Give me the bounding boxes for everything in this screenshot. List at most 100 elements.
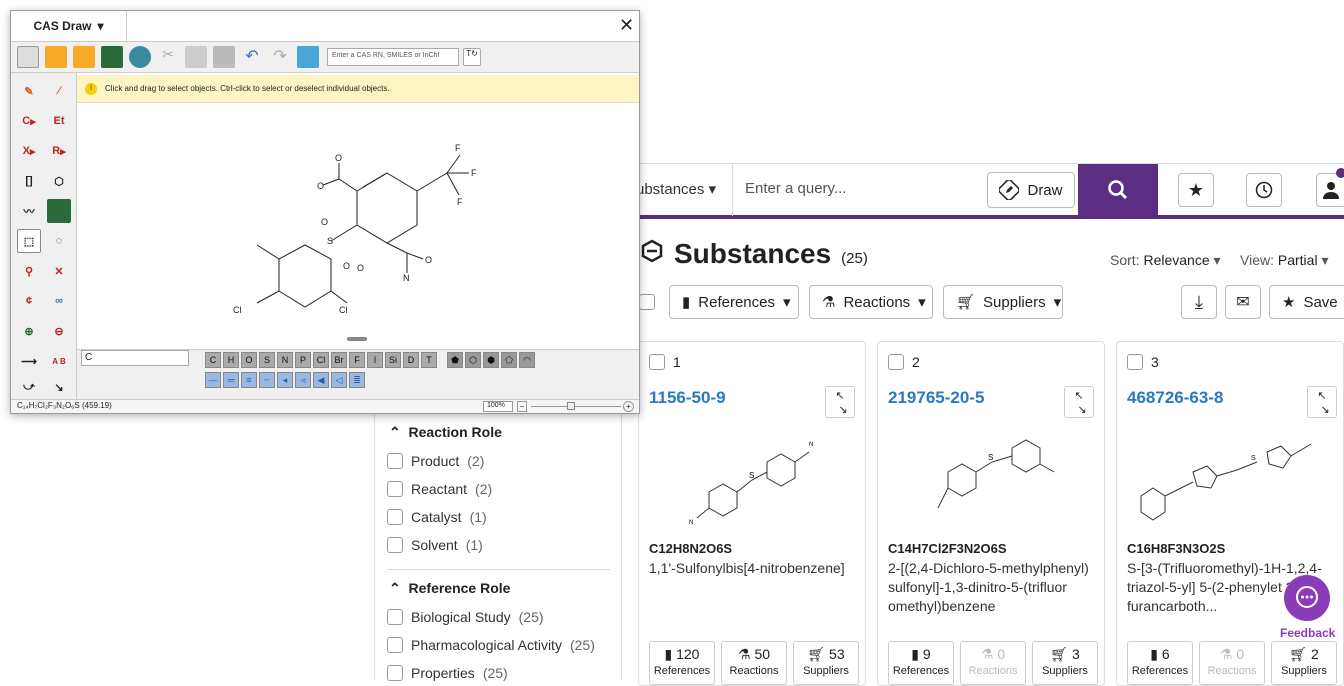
pencil-icon[interactable]: ✎	[17, 79, 41, 103]
ring-tool-icon[interactable]: ⬟	[447, 352, 463, 368]
element-Si[interactable]: Si	[385, 352, 401, 368]
search-button[interactable]	[1078, 164, 1158, 216]
cut-icon[interactable]: ✂	[157, 46, 179, 68]
element-S[interactable]: S	[259, 352, 275, 368]
result-checkbox[interactable]: 1	[649, 354, 681, 370]
account-button[interactable]	[1316, 173, 1344, 207]
references-stat[interactable]: ▮ 6 References	[1127, 641, 1193, 685]
triple-bond-icon[interactable]: ≡	[241, 372, 257, 388]
carbon-tool[interactable]: C ▸	[17, 109, 41, 133]
view-dropdown[interactable]: Partial	[1278, 252, 1318, 268]
bracket-icon[interactable]: []	[17, 169, 41, 193]
zoom-slider-handle[interactable]	[567, 402, 575, 410]
import-icon[interactable]	[45, 46, 67, 68]
ring-tool-icon[interactable]: ◠	[519, 352, 535, 368]
suppliers-stat[interactable]: 🛒︎ 3 Suppliers	[1032, 641, 1098, 685]
reactions-button[interactable]: ⚗ Reactions ▾	[809, 285, 933, 319]
structure-identifier-input[interactable]: Enter a CAS RN, SMILES or InChI	[327, 48, 459, 66]
structure-image[interactable]: S N N	[649, 422, 855, 532]
references-stat[interactable]: ▮ 9 References	[888, 641, 954, 685]
ring-icon[interactable]	[129, 46, 151, 68]
template-icon[interactable]	[297, 46, 319, 68]
zoom-out-icon[interactable]: −	[517, 401, 527, 412]
filter-option[interactable]: Reactant (2)	[387, 481, 492, 497]
halogen-tool[interactable]: X ▸	[17, 139, 41, 163]
bond-icon[interactable]: ⚲	[17, 259, 41, 283]
suppliers-stat[interactable]: 🛒︎ 53 Suppliers	[793, 641, 859, 685]
element-Cl[interactable]: Cl	[313, 352, 329, 368]
wedge-bond-icon[interactable]: ◂	[277, 372, 293, 388]
reaction-role-header[interactable]: ⌃ Reaction Role	[389, 424, 502, 441]
element-C[interactable]: C	[205, 352, 221, 368]
link-icon[interactable]: ∞	[47, 289, 71, 313]
zoom-slider[interactable]	[531, 406, 621, 407]
paste-icon[interactable]	[213, 46, 235, 68]
stereo-icon[interactable]: ¢	[17, 289, 41, 313]
rgroup-tool[interactable]: R ▸	[47, 139, 71, 163]
expand-icon[interactable]: ↖ ↘	[1064, 386, 1094, 418]
ring-query-icon[interactable]: ⬡	[47, 169, 71, 193]
references-stat[interactable]: ▮ 120 References	[649, 641, 715, 685]
ring-tool-icon[interactable]: ⬢	[483, 352, 499, 368]
zoom-in-icon[interactable]: +	[623, 401, 634, 412]
select-all-checkbox[interactable]	[639, 294, 655, 315]
feedback-label[interactable]: Feedback	[1280, 626, 1335, 640]
cas-number-link[interactable]: 219765-20-5	[888, 388, 984, 408]
any-bond-icon[interactable]: ◁	[331, 372, 347, 388]
redo-icon[interactable]: ↷	[269, 46, 291, 68]
double-bond-icon[interactable]: ═	[223, 372, 239, 388]
expand-icon[interactable]: ↖ ↘	[825, 386, 855, 418]
save-button[interactable]: ★ Save	[1269, 285, 1344, 319]
result-checkbox[interactable]: 3	[1127, 354, 1159, 370]
element-O[interactable]: O	[241, 352, 257, 368]
lasso-icon[interactable]: ◌	[47, 229, 71, 253]
drawing-canvas[interactable]: OO FFF OSO NOO Cl Cl	[77, 103, 639, 349]
feedback-button[interactable]	[1284, 575, 1330, 621]
copy-icon[interactable]	[185, 46, 207, 68]
single-bond-icon[interactable]: —	[205, 372, 221, 388]
element-N[interactable]: N	[277, 352, 293, 368]
filter-option[interactable]: Biological Study (25)	[387, 609, 544, 625]
references-button[interactable]: ▮ References ▾	[669, 285, 799, 319]
draw-button[interactable]: Draw	[987, 172, 1075, 208]
history-button[interactable]	[1246, 173, 1282, 207]
element-D[interactable]: D	[403, 352, 419, 368]
element-P[interactable]: P	[295, 352, 311, 368]
filter-option[interactable]: Solvent (1)	[387, 537, 483, 553]
reference-role-header[interactable]: ⌃ Reference Role	[389, 580, 510, 597]
undo-icon[interactable]: ↶	[241, 46, 263, 68]
email-button[interactable]: ✉	[1225, 285, 1261, 319]
filter-option[interactable]: Catalyst (1)	[387, 509, 487, 525]
element-Br[interactable]: Br	[331, 352, 347, 368]
dashed-bond-icon[interactable]: ┄	[259, 372, 275, 388]
element-I[interactable]: I	[367, 352, 383, 368]
reactions-stat[interactable]: ⚗ 50 Reactions	[721, 641, 787, 685]
ring-tool-icon[interactable]: ⬠	[501, 352, 517, 368]
search-scope-dropdown[interactable]: ubstances ▾	[636, 180, 716, 198]
new-icon[interactable]	[17, 46, 39, 68]
chain-icon[interactable]: 〰	[17, 199, 41, 223]
element-input[interactable]: C	[81, 350, 189, 366]
export-icon[interactable]	[73, 46, 95, 68]
close-icon[interactable]: ✕	[619, 15, 634, 36]
sort-dropdown[interactable]: Relevance	[1143, 252, 1209, 268]
eraser-icon[interactable]: ⁄	[47, 79, 71, 103]
curved-arrow-icon[interactable]: ⤻	[17, 375, 41, 399]
filter-option[interactable]: Pharmacological Activity (25)	[387, 637, 595, 653]
arrow-icon[interactable]: ⟶	[17, 349, 41, 373]
map-icon[interactable]: A B	[47, 349, 71, 373]
minus-charge-icon[interactable]: ⊖	[47, 319, 71, 343]
benzene-icon[interactable]	[47, 199, 71, 223]
ethyl-tool[interactable]: Et	[47, 109, 71, 133]
result-checkbox[interactable]: 2	[888, 354, 920, 370]
suppliers-button[interactable]: 🛒︎ Suppliers ▾	[943, 285, 1063, 319]
structure-image[interactable]: S	[888, 422, 1094, 532]
cas-draw-menu[interactable]: CAS Draw ▾	[11, 11, 127, 41]
cas-number-link[interactable]: 468726-63-8	[1127, 388, 1223, 408]
hash-bond-icon[interactable]: ◃	[295, 372, 311, 388]
filter-option[interactable]: Properties (25)	[387, 665, 508, 681]
select-icon[interactable]: ⬚	[17, 229, 41, 253]
cleave-icon[interactable]: ✕	[47, 259, 71, 283]
element-H[interactable]: H	[223, 352, 239, 368]
structure-image[interactable]: S	[1127, 422, 1333, 532]
